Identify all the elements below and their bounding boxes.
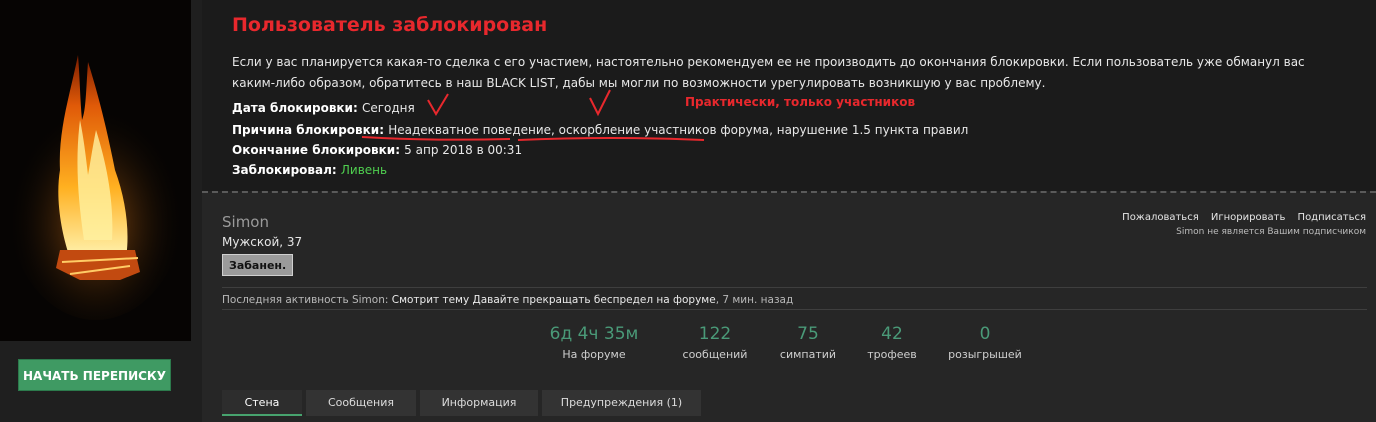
subscribe-link[interactable]: Подписаться <box>1298 212 1366 223</box>
stat-likes[interactable]: 75 симпатий <box>763 324 853 361</box>
stat-trophies[interactable]: 42 трофеев <box>847 324 937 361</box>
tab-warnings[interactable]: Предупреждения (1) <box>542 390 701 416</box>
separator <box>222 309 1367 310</box>
checkmark-icon <box>427 93 449 116</box>
annotation-marks <box>361 89 705 141</box>
bonfire-image <box>0 0 191 341</box>
username[interactable]: Simon <box>222 213 269 231</box>
stat-value: 122 <box>698 324 732 344</box>
activity-topic-link[interactable]: Давайте прекращать беспредел на форуме <box>469 294 716 306</box>
profile-actions: Пожаловаться Игнорировать Подписаться <box>1113 212 1366 223</box>
stat-messages[interactable]: 122 сообщений <box>670 324 760 361</box>
user-info: Мужской, 37 <box>222 235 303 249</box>
stat-label: розыгрышей <box>948 348 1022 361</box>
left-sidebar: НАЧАТЬ ПЕРЕПИСКУ <box>0 0 202 422</box>
profile-panel: Simon Мужской, 37 Забанен. Пожаловаться … <box>202 193 1376 422</box>
stat-value: 6д 4ч 35м <box>549 324 639 344</box>
report-link[interactable]: Пожаловаться <box>1122 212 1199 223</box>
stat-value: 75 <box>797 324 819 344</box>
stat-value: 0 <box>979 324 991 344</box>
separator <box>222 287 1367 288</box>
stat-giveaways[interactable]: 0 розыгрышей <box>940 324 1030 361</box>
status-badge: Забанен. <box>222 254 294 276</box>
stat-value: 42 <box>881 324 903 344</box>
ban-notice: Пользователь заблокирован Если у вас пла… <box>202 0 1376 191</box>
underline-mark <box>517 137 705 141</box>
underline-mark <box>361 136 511 141</box>
avatar[interactable] <box>0 0 191 341</box>
last-activity: Последняя активность Simon: Смотрит тему… <box>222 294 793 306</box>
subscribe-note: Simon не является Вашим подписчиком <box>1176 227 1366 237</box>
stat-label: симпатий <box>779 348 837 361</box>
stat-label: На форуме <box>562 348 626 361</box>
stats-row: 6д 4ч 35м На форуме 122 сообщений 75 сим… <box>202 324 1376 364</box>
tab-information[interactable]: Информация <box>420 390 538 416</box>
stat-label: сообщений <box>682 348 748 361</box>
tab-wall[interactable]: Стена <box>222 390 302 416</box>
stat-label: трофеев <box>867 348 917 361</box>
checkmark-icon <box>589 89 611 117</box>
stat-online-time: 6д 4ч 35м На форуме <box>549 324 639 361</box>
ignore-link[interactable]: Игнорировать <box>1211 212 1285 223</box>
activity-prefix: Последняя активность Simon: <box>222 294 392 306</box>
activity-action: Смотрит тему <box>391 294 470 306</box>
start-conversation-button[interactable]: НАЧАТЬ ПЕРЕПИСКУ <box>18 359 171 391</box>
tab-messages[interactable]: Сообщения <box>306 390 416 416</box>
activity-time: , 7 мин. назад <box>715 294 794 306</box>
